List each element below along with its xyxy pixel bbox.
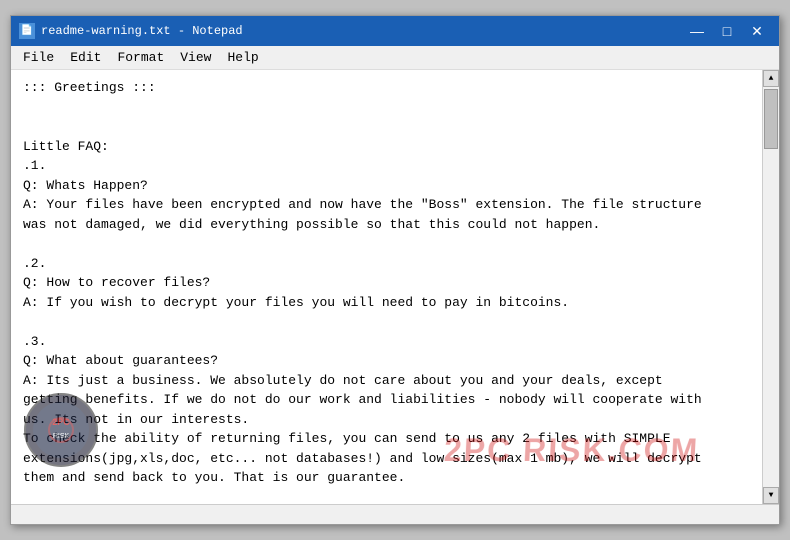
menu-format[interactable]: Format [109,48,172,67]
minimize-button[interactable]: — [683,20,711,42]
menu-file[interactable]: File [15,48,62,67]
status-bar [11,504,779,524]
vertical-scrollbar[interactable]: ▲ ▼ [762,70,779,504]
title-bar-left: 📄 readme-warning.txt - Notepad [19,23,243,39]
notepad-window: 📄 readme-warning.txt - Notepad — □ ✕ Fil… [10,15,780,525]
menu-help[interactable]: Help [219,48,266,67]
menu-edit[interactable]: Edit [62,48,109,67]
title-bar: 📄 readme-warning.txt - Notepad — □ ✕ [11,16,779,46]
scroll-up-button[interactable]: ▲ [763,70,779,87]
scroll-down-button[interactable]: ▼ [763,487,779,504]
title-bar-controls: — □ ✕ [683,20,771,42]
app-icon: 📄 [19,23,35,39]
close-button[interactable]: ✕ [743,20,771,42]
text-content[interactable]: ::: Greetings ::: Little FAQ: .1. Q: Wha… [11,70,762,504]
scroll-thumb[interactable] [764,89,778,149]
content-area: ::: Greetings ::: Little FAQ: .1. Q: Wha… [11,70,779,504]
maximize-button[interactable]: □ [713,20,741,42]
menu-view[interactable]: View [172,48,219,67]
window-title: readme-warning.txt - Notepad [41,24,243,38]
menu-bar: File Edit Format View Help [11,46,779,70]
scroll-track[interactable] [763,87,779,487]
text-area-container: ::: Greetings ::: Little FAQ: .1. Q: Wha… [11,70,779,504]
